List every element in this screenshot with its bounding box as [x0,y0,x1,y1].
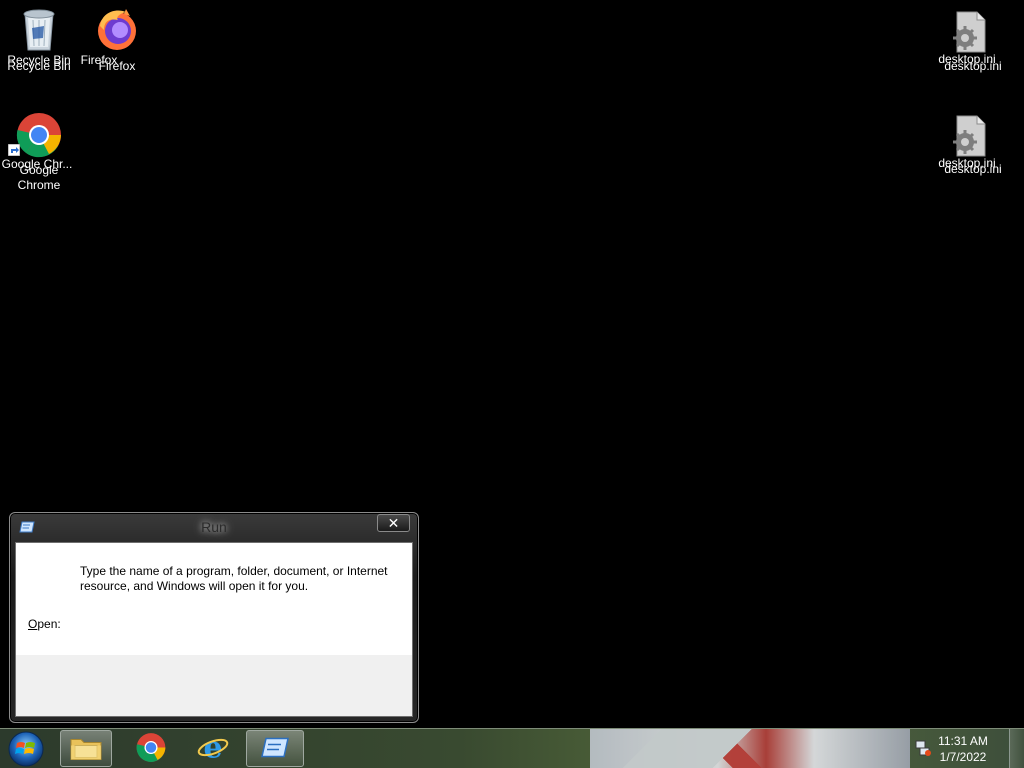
taskbar-run-button[interactable] [246,730,304,767]
start-button[interactable] [6,730,46,768]
shortcut-arrow-icon [8,144,20,156]
chrome-icon [136,732,166,765]
open-label: Open: [28,617,61,631]
desktop-ini-label-shadow: desktop.ini [944,59,1002,73]
dialog-button-area [16,655,412,716]
chrome-label-shadow-line2: Chrome [17,178,61,192]
firefox-icon [94,6,140,55]
svg-text:e: e [203,732,222,762]
run-icon [260,736,290,761]
open-label-text: pen: [37,617,61,631]
dialog-title: Run [201,519,227,535]
desktop-icon-google-chrome[interactable]: Google Chr... Google Chrome [0,112,78,194]
open-label-accelerator: O [28,617,38,631]
chrome-label-shadow-line1: Google [19,163,59,177]
desktop-icon-firefox[interactable]: Firefox Firefox [78,6,156,76]
close-button[interactable]: ✕ [377,514,410,532]
taskbar: e 11:31 AM 1/7/2022 [0,728,1024,768]
settings-file-icon [949,114,989,161]
clock-time: 11:31 AM [938,734,988,748]
taskbar-explorer-button[interactable] [60,730,112,767]
taskbar-internet-explorer-button[interactable]: e [187,730,239,767]
taskbar-chrome-button[interactable] [125,730,177,767]
settings-file-icon [949,10,989,57]
desktop-ini-label-shadow: desktop.ini [944,162,1002,176]
system-clock[interactable]: 11:31 AM 1/7/2022 [928,733,998,765]
recycle-bin-icon [19,6,59,55]
folder-icon [69,733,103,764]
desktop-icon-desktop-ini-2[interactable]: desktop.ini desktop.ini [930,112,1008,182]
dialog-message: Type the name of a program, folder, docu… [80,564,388,593]
windows-logo-icon [8,731,44,767]
firefox-label-shadow: Firefox [98,59,136,73]
run-dialog: Run ✕ Type the name of a program, folder… [9,512,419,723]
desktop-icon-desktop-ini-1[interactable]: desktop.ini desktop.ini [930,8,1008,78]
clock-date: 1/7/2022 [939,750,987,764]
show-desktop-button[interactable] [1009,729,1024,768]
internet-explorer-icon: e [197,730,229,765]
chrome-icon [8,112,62,161]
dialog-client-area: Type the name of a program, folder, docu… [15,542,413,717]
taskbar-wallpaper-texture [590,729,910,768]
